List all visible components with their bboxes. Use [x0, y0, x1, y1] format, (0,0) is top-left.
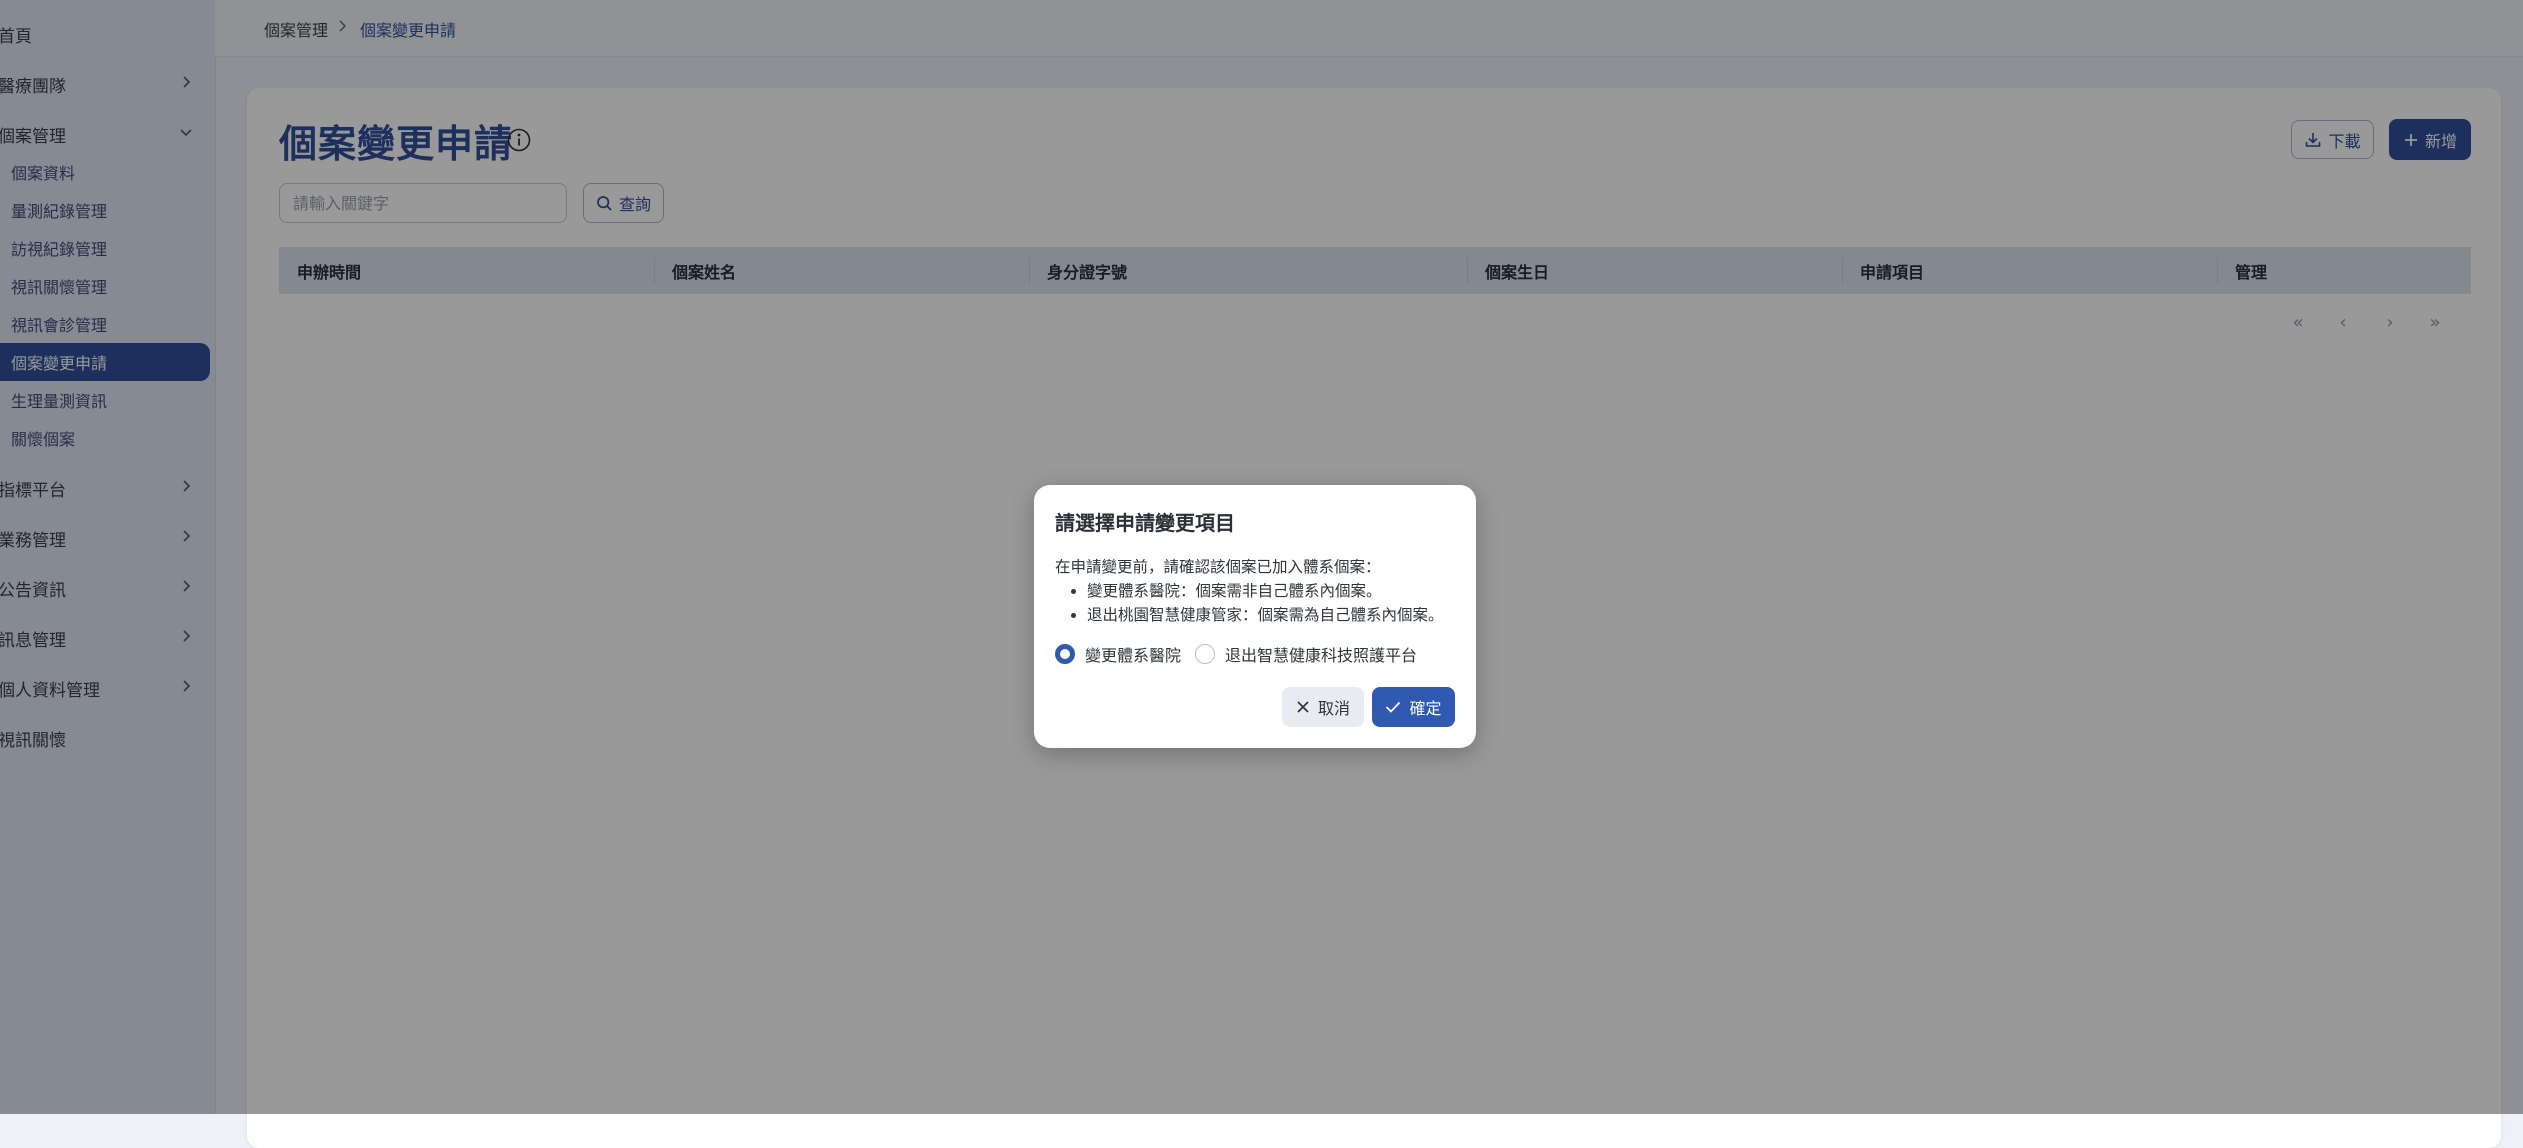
confirm-button[interactable]: 確定	[1372, 687, 1455, 727]
radio-label: 退出智慧健康科技照護平台	[1225, 646, 1418, 665]
check-icon	[1385, 700, 1401, 714]
dialog-intro: 在申請變更前，請確認該個案已加入體系個案：	[1055, 558, 1381, 576]
dialog-note: 變更體系醫院：個案需非自己體系內個案。	[1087, 579, 1444, 603]
dialog-note: 退出桃園智慧健康管家：個案需為自己體系內個案。	[1087, 603, 1444, 627]
dialog-notes: 變更體系醫院：個案需非自己體系內個案。 退出桃園智慧健康管家：個案需為自己體系內…	[1055, 579, 1444, 627]
radio-label: 變更體系醫院	[1085, 646, 1182, 665]
radio-option-change-hospital[interactable]: 變更體系醫院	[1055, 642, 1181, 666]
cancel-button[interactable]: 取消	[1282, 687, 1364, 727]
radio-checked-icon[interactable]	[1055, 644, 1075, 664]
confirm-label: 確定	[1409, 699, 1442, 718]
dialog-title: 請選擇申請變更項目	[1055, 511, 1235, 535]
cancel-label: 取消	[1317, 699, 1350, 718]
close-icon	[1296, 700, 1310, 714]
change-request-dialog: 請選擇申請變更項目 在申請變更前，請確認該個案已加入體系個案： 變更體系醫院：個…	[1034, 485, 1476, 748]
radio-option-exit-platform[interactable]: 退出智慧健康科技照護平台	[1195, 642, 1417, 666]
radio-unchecked-icon[interactable]	[1195, 644, 1215, 664]
